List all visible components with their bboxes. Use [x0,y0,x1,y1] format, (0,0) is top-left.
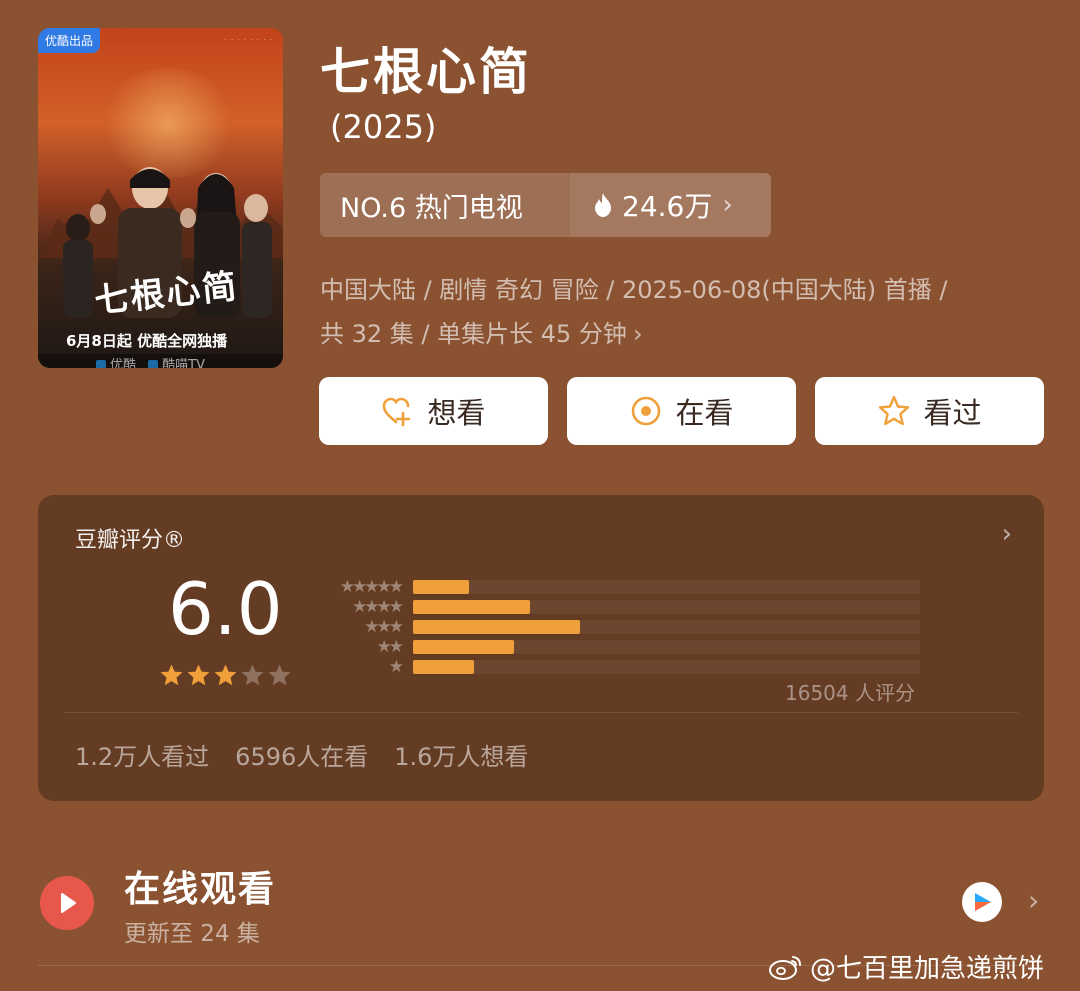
watched-button[interactable]: 看过 [815,377,1044,445]
show-meta-info[interactable]: 中国大陆 / 剧情 奇幻 冒险 / 2025-06-08(中国大陆) 首播 / … [320,268,1060,356]
play-triangle-icon [61,893,76,913]
meta-line-2: 共 32 集 / 单集片长 45 分钟 › [320,312,1060,356]
rating-bar-fill [413,580,469,594]
rating-distribution: ★★★★★ ★★★★ ★★★ ★★ ★ [314,577,920,677]
rating-bar-fill [413,660,474,674]
chevron-right-icon: › [632,320,643,348]
rank-pill[interactable]: NO.6 热门电视 24.6万 › [320,173,771,237]
rating-bar-stars-label: ★★★★★ [339,577,404,597]
want-to-watch-label: 想看 [427,396,486,430]
watching-button[interactable]: 在看 [567,377,796,445]
rating-header: 豆瓣评分® [75,528,186,553]
watching-count: 6596人在看 [235,743,369,771]
rating-bar-track [413,600,920,614]
rating-bar-track [413,640,920,654]
weibo-watermark: @七百里加急递煎饼 [768,948,1044,985]
show-title: 七根心简 [320,43,532,101]
rating-bar-fill [413,640,515,654]
watched-count: 1.2万人看过 [75,743,210,771]
rating-count: 16504 人评分 [785,681,915,705]
rating-bar-stars-label: ★★ [376,637,404,657]
star-filled-icon [187,664,210,686]
play-icon[interactable] [40,876,94,930]
rating-bar-row: ★★★★ [314,597,920,617]
online-watch-subtitle: 更新至 24 集 [124,921,260,947]
star-empty-icon [241,664,264,686]
watching-label: 在看 [675,396,734,430]
flame-icon [595,193,611,217]
want-to-watch-button[interactable]: 想看 [319,377,548,445]
youku-play-mark [975,893,991,911]
star-empty-icon [268,664,291,686]
heat-value: 24.6万 [622,190,713,223]
target-circle-icon [632,396,661,426]
online-watch-title[interactable]: 在线观看 [124,860,276,912]
show-year: (2025) [330,108,437,146]
poster-date-line: 6月8日起 优酷全网独播 [66,332,228,350]
douban-rating-card[interactable]: 豆瓣评分® › 6.0 ★★★★★ ★★★★ ★★★ ★★ ★ 16504 人评分 1.… [38,495,1044,801]
chevron-right-icon[interactable]: › [1002,519,1012,549]
meta-line-1: 中国大陆 / 剧情 奇幻 冒险 / 2025-06-08(中国大陆) 首播 / [320,276,948,304]
heart-plus-icon [383,397,411,427]
rating-bar-row: ★★★ [314,617,920,637]
youku-logo-icon[interactable] [962,882,1002,922]
rating-bar-track [413,580,920,594]
poster-footer-strip [38,354,283,368]
rating-bar-row: ★★ [314,637,920,657]
want-count: 1.6万人想看 [394,743,529,771]
rating-bar-stars-label: ★★★ [364,617,404,637]
rank-label: NO.6 热门电视 [320,173,570,237]
star-outline-icon [879,395,910,426]
rating-bar-fill [413,600,530,614]
watch-stats: 1.2万人看过 6596人在看 1.6万人想看 [75,737,528,772]
rating-bar-track [413,620,920,634]
meta-line-2-text: 共 32 集 / 单集片长 45 分钟 [320,320,627,348]
rating-bar-track [413,660,920,674]
watched-label: 看过 [923,396,982,430]
star-filled-icon [160,664,183,686]
heat-indicator[interactable]: 24.6万 › [570,173,771,237]
rating-bar-row: ★ [314,657,920,677]
poster-image[interactable]: 优酷出品 · · · · · · · · 七根心简 6月8日起 优酷全网独播 优… [38,28,283,368]
watermark-text: @七百里加急递煎饼 [810,954,1045,984]
chevron-right-icon: › [722,190,733,220]
rating-bar-stars-label: ★★★★ [352,597,404,617]
rating-bar-fill [413,620,581,634]
rating-divider [64,712,1018,713]
poster-badge: 优酷出品 [38,28,101,53]
star-filled-icon [214,664,237,686]
rating-stars [159,663,292,688]
rating-bar-row: ★★★★★ [314,577,920,597]
rating-bar-stars-label: ★ [388,657,404,677]
poster-top-text: · · · · · · · · [224,36,273,44]
weibo-icon [769,955,801,980]
rating-score: 6.0 [168,567,283,651]
chevron-right-icon[interactable]: › [1028,884,1039,917]
